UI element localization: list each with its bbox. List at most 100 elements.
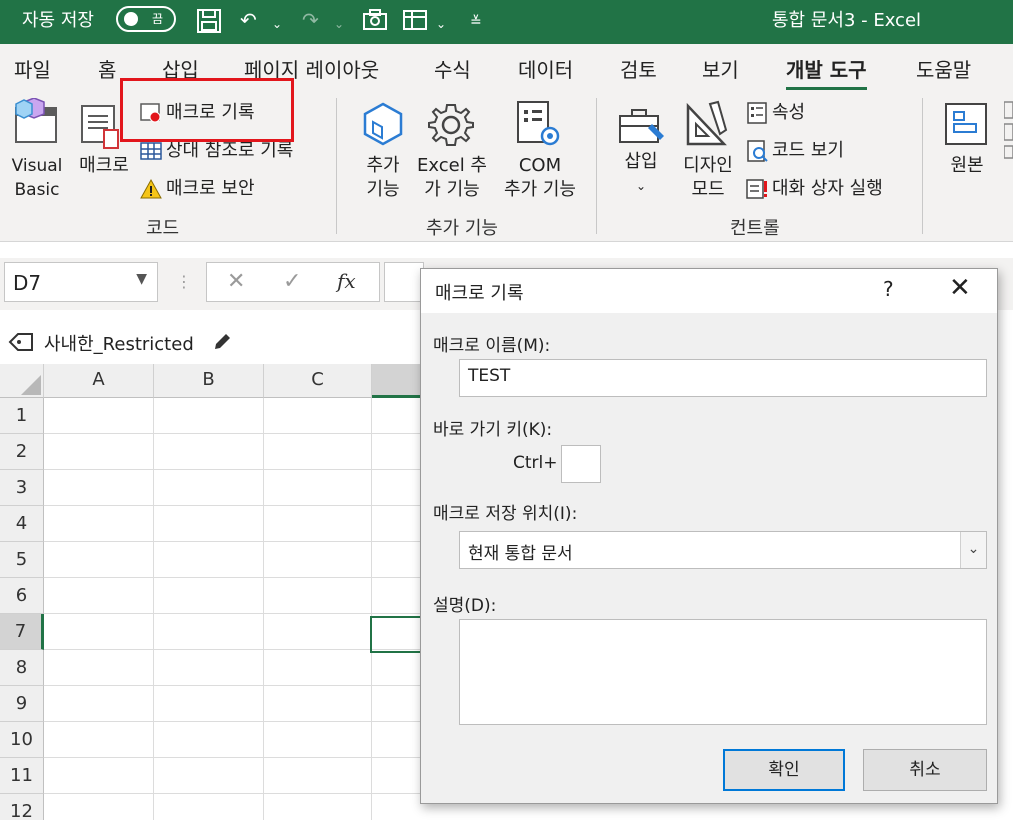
view-code-button[interactable]: 코드 보기: [746, 138, 844, 164]
row-header[interactable]: 12: [0, 794, 44, 820]
close-icon[interactable]: ✕: [949, 273, 971, 303]
row-header[interactable]: 1: [0, 398, 44, 434]
worksheet-grid: A B C 1 2 3 4 5 6 7 8 9 10 11 12: [0, 364, 432, 820]
select-all-corner[interactable]: [0, 364, 44, 398]
row-header[interactable]: 9: [0, 686, 44, 722]
shortcut-key-label: 바로 가기 키(K):: [433, 420, 553, 440]
column-header-a[interactable]: A: [44, 364, 154, 398]
macro-name-input[interactable]: TEST: [459, 359, 987, 397]
splitter-dots-icon[interactable]: ⋮: [176, 272, 192, 291]
grid-row-line: [44, 793, 420, 794]
row-header[interactable]: 11: [0, 758, 44, 794]
excel-addins-button[interactable]: Excel 추 가 기능: [414, 154, 490, 202]
tab-formulas[interactable]: 수식: [434, 54, 471, 83]
insert-control-button[interactable]: 삽입: [616, 150, 666, 174]
form-icon[interactable]: [402, 8, 428, 37]
sensitivity-label[interactable]: 사내한_Restricted: [44, 330, 194, 356]
addins-button[interactable]: 추가 기능: [356, 154, 410, 202]
ok-button[interactable]: 확인: [723, 749, 845, 791]
toggle-knob: [124, 12, 138, 26]
addins-group-label: 추가 기능: [426, 218, 498, 239]
grid-column-line: [153, 398, 154, 820]
tab-file[interactable]: 파일: [14, 54, 51, 83]
macro-security-label: 매크로 보안: [166, 178, 255, 199]
grid-row-line: [44, 433, 420, 434]
help-icon[interactable]: ?: [883, 277, 894, 301]
name-box[interactable]: D7 ▼: [4, 262, 158, 302]
grid-row-line: [44, 649, 420, 650]
shortcut-key-input[interactable]: [561, 445, 601, 483]
record-macro-highlight: [120, 78, 294, 142]
autosave-toggle[interactable]: 끔: [116, 6, 176, 32]
tab-home[interactable]: 홈: [98, 54, 116, 83]
sensitivity-bar: 사내한_Restricted: [0, 318, 420, 364]
formula-buttons: ✕ ✓ fx: [206, 262, 380, 302]
formula-input[interactable]: [384, 262, 424, 302]
row-header[interactable]: 2: [0, 434, 44, 470]
xml-source-icon: [945, 103, 987, 145]
chevron-down-icon: ▼: [136, 271, 147, 287]
xml-icons-partial: [1004, 101, 1013, 159]
properties-button[interactable]: 속성: [746, 100, 805, 126]
visual-basic-button[interactable]: Visual Basic: [8, 154, 66, 202]
store-macro-in-select[interactable]: 현재 통합 문서 ⌄: [459, 531, 987, 569]
run-dialog-icon: [746, 179, 767, 199]
description-textarea[interactable]: [459, 619, 987, 725]
record-macro-dialog: 매크로 기록 ? ✕ 매크로 이름(M): TEST 바로 가기 키(K): C…: [420, 268, 998, 804]
com-addins-icon: [517, 101, 560, 146]
design-mode-button[interactable]: 디자인 모드: [678, 154, 738, 202]
group-separator: [922, 98, 923, 234]
row-header[interactable]: 10: [0, 722, 44, 758]
pencil-icon[interactable]: [212, 332, 232, 352]
run-dialog-label: 대화 상자 실행: [772, 178, 883, 199]
macro-button[interactable]: 매크로: [74, 154, 134, 178]
row-header[interactable]: 4: [0, 506, 44, 542]
grid-row-line: [44, 721, 420, 722]
dialog-title: 매크로 기록: [435, 283, 524, 304]
title-bar: 자동 저장 끔 ↶ ⌄ ↷ ⌄ ⌄ ≚ 통합 문서3 - Excel: [0, 0, 1013, 44]
grid-column-line: [371, 398, 372, 820]
customize-toolbar-icon[interactable]: ≚: [470, 10, 482, 34]
ctrl-prefix-label: Ctrl+: [513, 453, 558, 473]
xml-source-button[interactable]: 원본: [944, 154, 990, 178]
controls-group-label: 컨트롤: [730, 218, 780, 239]
tab-developer[interactable]: 개발 도구: [786, 54, 867, 91]
row-header[interactable]: 6: [0, 578, 44, 614]
excel-window: 자동 저장 끔 ↶ ⌄ ↷ ⌄ ⌄ ≚ 통합 문서3 - Excel 파일 홈 …: [0, 0, 1013, 820]
redo-dropdown-icon[interactable]: ⌄: [334, 12, 344, 36]
com-addins-button[interactable]: COM 추가 기능: [496, 154, 584, 202]
properties-icon: [747, 102, 767, 124]
confirm-entry-icon[interactable]: ✓: [283, 269, 301, 294]
insert-function-icon[interactable]: fx: [337, 269, 356, 293]
table-grid-icon: [140, 142, 162, 160]
cancel-entry-icon[interactable]: ✕: [227, 269, 245, 294]
grid-row-line: [44, 541, 420, 542]
run-dialog-button[interactable]: 대화 상자 실행: [746, 176, 883, 202]
undo-icon[interactable]: ↶: [240, 8, 257, 32]
chevron-down-icon: ⌄: [635, 179, 647, 193]
tag-icon: [8, 333, 33, 351]
grid-row-line: [44, 613, 420, 614]
save-icon[interactable]: [196, 8, 222, 39]
row-header[interactable]: 3: [0, 470, 44, 506]
camera-icon[interactable]: [362, 8, 388, 37]
tab-help[interactable]: 도움말: [916, 54, 971, 83]
form-dropdown-icon[interactable]: ⌄: [436, 12, 446, 36]
undo-dropdown-icon[interactable]: ⌄: [272, 12, 282, 36]
tab-data[interactable]: 데이터: [518, 54, 573, 83]
macro-security-button[interactable]: 매크로 보안: [140, 176, 255, 202]
row-header[interactable]: 7: [0, 614, 44, 650]
tab-review[interactable]: 검토: [620, 54, 657, 83]
row-header[interactable]: 8: [0, 650, 44, 686]
column-header-c[interactable]: C: [264, 364, 372, 398]
grid-row-line: [44, 577, 420, 578]
tab-view[interactable]: 보기: [702, 54, 739, 83]
chevron-down-icon[interactable]: ⌄: [960, 532, 986, 568]
grid-column-line: [263, 398, 264, 820]
column-header-b[interactable]: B: [154, 364, 264, 398]
store-macro-in-label: 매크로 저장 위치(I):: [433, 504, 578, 524]
row-header[interactable]: 5: [0, 542, 44, 578]
name-box-value: D7: [13, 271, 42, 295]
cancel-button[interactable]: 취소: [863, 749, 987, 791]
redo-icon[interactable]: ↷: [302, 8, 319, 32]
